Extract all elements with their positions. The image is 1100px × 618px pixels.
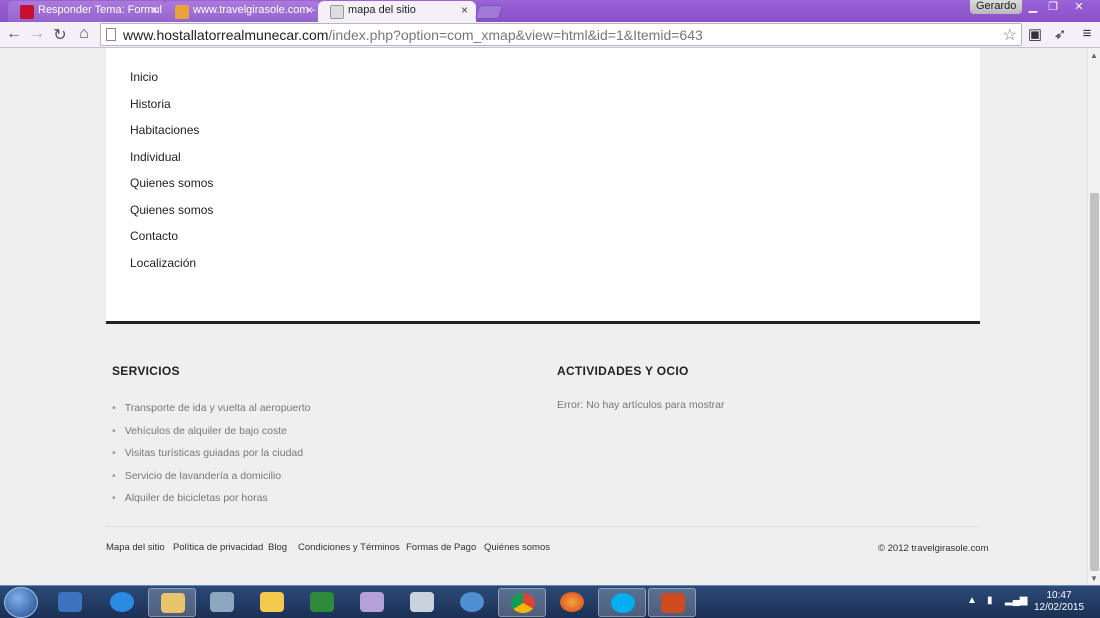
reload-icon[interactable]: ↻ (50, 25, 70, 45)
taskbar-media-player[interactable] (46, 588, 94, 617)
footer-link[interactable]: Política de privacidad (173, 542, 263, 553)
taskbar-presentation[interactable] (648, 588, 696, 617)
address-bar[interactable]: www.hostallatorrealmunecar.com/index.php… (100, 23, 1022, 46)
restore-icon[interactable]: ❐ (1042, 0, 1064, 14)
tab-title: Responder Tema: Formul (38, 4, 162, 16)
favicon-icon (20, 5, 34, 19)
scroll-up-icon[interactable]: ▲ (1090, 51, 1098, 60)
actividades-heading: ACTIVIDADES Y OCIO (557, 364, 689, 378)
close-icon[interactable]: × (151, 3, 158, 17)
tools-icon (210, 592, 234, 612)
scroll-down-icon[interactable]: ▼ (1090, 574, 1098, 583)
windows-taskbar: ▲ ▮ ▂▄▆ 10:47 12/02/2015 (0, 585, 1100, 618)
favicon-icon (330, 5, 344, 19)
folder-icon (161, 593, 185, 613)
servicios-heading: SERVICIOS (112, 364, 180, 378)
sitemap-link[interactable]: Localización (130, 256, 196, 270)
bookmark-star-icon[interactable]: ☆ (1003, 25, 1017, 45)
back-icon[interactable]: ← (4, 25, 24, 43)
sitemap-link[interactable]: Contacto (130, 229, 178, 243)
url-host: www.hostallatorrealmunecar.com (123, 27, 329, 43)
favicon-icon (175, 5, 189, 19)
sitemap-link[interactable]: Historia (130, 97, 171, 111)
servicio-link[interactable]: Visitas turísticas guiadas por la ciudad (112, 447, 303, 459)
paint-icon (360, 592, 384, 612)
vertical-scrollbar[interactable]: ▲ ▼ (1087, 48, 1100, 585)
tab-travelgirasole[interactable]: www.travelgirasole.com - × (163, 1, 321, 22)
page-icon (106, 28, 116, 41)
network-icon (460, 592, 484, 612)
show-hidden-icons[interactable]: ▲ (967, 595, 977, 606)
copyright: © 2012 travelgirasole.com (878, 543, 989, 554)
footer-link[interactable]: Condiciones y Términos (298, 542, 400, 553)
footer-divider (106, 526, 980, 527)
sitemap-link[interactable]: Habitaciones (130, 123, 199, 137)
skype-icon (611, 593, 635, 613)
sitemap-link[interactable]: Individual (130, 150, 181, 164)
calculator-icon (410, 592, 434, 612)
taskbar-network[interactable] (448, 588, 496, 617)
excel-icon (310, 592, 334, 612)
sitemap-panel: Inicio Historia Habitaciones Individual … (106, 48, 980, 324)
taskbar-skype[interactable] (598, 588, 646, 617)
tab-responder[interactable]: Responder Tema: Formul × (8, 1, 166, 22)
tab-title: www.travelgirasole.com - (193, 4, 316, 16)
taskbar-file-explorer[interactable] (148, 588, 196, 617)
servicio-link[interactable]: Vehículos de alquiler de bajo coste (112, 425, 287, 437)
forward-icon[interactable]: → (27, 25, 47, 43)
taskbar-tools[interactable] (198, 588, 246, 617)
close-icon[interactable]: × (306, 3, 313, 17)
tab-title: mapa del sitio (348, 4, 416, 16)
outlook-icon (260, 592, 284, 612)
home-icon[interactable]: ⌂ (74, 25, 94, 43)
browser-toolbar: ← → ↻ ⌂ www.hostallatorrealmunecar.com/i… (0, 22, 1100, 48)
sitemap-link[interactable]: Inicio (130, 70, 158, 84)
close-window-icon[interactable]: ✕ (1068, 0, 1090, 14)
minimize-icon[interactable]: ▁ (1022, 0, 1044, 14)
firefox-icon (560, 592, 584, 612)
new-tab-button[interactable] (474, 5, 504, 19)
taskbar-internet-explorer[interactable] (98, 588, 146, 617)
footer-link[interactable]: Blog (268, 542, 287, 553)
start-button[interactable] (4, 587, 38, 618)
servicio-link[interactable]: Transporte de ida y vuelta al aeropuerto (112, 402, 311, 414)
url-path: /index.php?option=com_xmap&view=html&id=… (328, 27, 703, 43)
system-clock[interactable]: 10:47 12/02/2015 (1024, 590, 1094, 614)
browser-titlebar: Responder Tema: Formul × www.travelgiras… (0, 0, 1100, 22)
menu-icon[interactable]: ≡ (1077, 25, 1097, 42)
sitemap-link[interactable]: Quienes somos (130, 203, 213, 217)
internet-explorer-icon (110, 592, 134, 612)
taskbar-outlook[interactable] (248, 588, 296, 617)
taskbar-paint[interactable] (348, 588, 396, 617)
servicio-link[interactable]: Servicio de lavandería a domicilio (112, 470, 281, 482)
sitemap-link[interactable]: Quienes somos (130, 176, 213, 190)
profile-button[interactable]: Gerardo (970, 0, 1023, 14)
taskbar-excel[interactable] (298, 588, 346, 617)
battery-icon[interactable]: ▮ (987, 595, 993, 606)
footer-link[interactable]: Formas de Pago (406, 542, 476, 553)
clock-time: 10:47 (1046, 590, 1072, 601)
extension-icon[interactable]: ▣ (1025, 25, 1045, 43)
page-viewport: Inicio Historia Habitaciones Individual … (0, 48, 1087, 585)
actividades-message: Error: No hay artículos para mostrar (557, 399, 725, 411)
media-player-icon (58, 592, 82, 612)
footer-link[interactable]: Quiénes somos (484, 542, 550, 553)
tab-mapa-del-sitio[interactable]: mapa del sitio × (318, 1, 476, 22)
taskbar-calculator[interactable] (398, 588, 446, 617)
presentation-icon (661, 593, 685, 613)
close-icon[interactable]: × (461, 3, 468, 17)
chrome-icon (511, 593, 535, 613)
taskbar-firefox[interactable] (548, 588, 596, 617)
scroll-thumb[interactable] (1090, 193, 1099, 571)
servicio-link[interactable]: Alquiler de bicicletas por horas (112, 492, 268, 504)
clock-date: 12/02/2015 (1033, 602, 1085, 613)
footer-link[interactable]: Mapa del sitio (106, 542, 165, 553)
taskbar-chrome[interactable] (498, 588, 546, 617)
extension-rocket-icon[interactable]: ➶ (1050, 25, 1070, 43)
